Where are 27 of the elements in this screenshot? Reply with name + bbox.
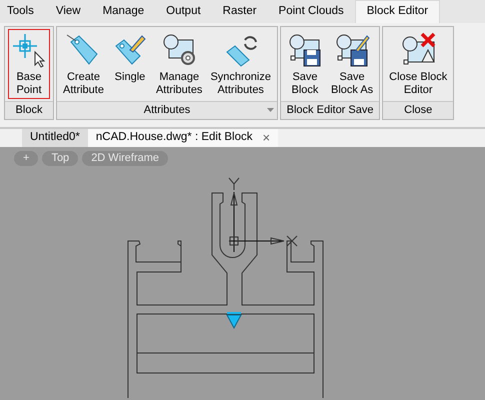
base-point-icon bbox=[11, 32, 47, 68]
ribbon-button[interactable]: Base Point bbox=[8, 29, 50, 100]
dropdown-arrow-icon[interactable] bbox=[266, 108, 274, 112]
menu-tab[interactable]: Block Editor bbox=[354, 0, 440, 23]
panel-title: Block bbox=[16, 103, 42, 118]
close-icon[interactable]: × bbox=[262, 128, 270, 148]
document-tab[interactable]: nCAD.House.dwg* : Edit Block × bbox=[88, 129, 278, 147]
ribbon-button[interactable]: Create Attribute bbox=[60, 29, 107, 100]
ribbon-button[interactable]: Synchronize Attributes bbox=[207, 29, 274, 100]
panel-title: Close bbox=[404, 103, 432, 118]
ribbon-button[interactable]: Single bbox=[108, 29, 151, 100]
menu-tab[interactable]: View bbox=[44, 0, 92, 23]
menu-tab[interactable]: Point Clouds bbox=[268, 0, 355, 23]
ribbon-button[interactable]: Save Block As bbox=[328, 29, 376, 100]
menu-tab[interactable]: Manage bbox=[92, 0, 156, 23]
menu-tab[interactable]: Tools bbox=[0, 0, 45, 23]
menu-tab[interactable]: Raster bbox=[212, 0, 268, 23]
block-save-icon bbox=[286, 32, 323, 68]
panel-title: Block Editor Save bbox=[286, 103, 374, 118]
menu-tab[interactable]: Output bbox=[155, 0, 212, 23]
block-gear-icon bbox=[161, 32, 198, 68]
block-save-pen-icon bbox=[334, 32, 370, 68]
document-tab[interactable]: Untitled0* bbox=[22, 129, 88, 147]
ribbon-button[interactable]: Close Block Editor bbox=[386, 29, 450, 100]
panel-title: Attributes bbox=[144, 103, 190, 118]
ribbon-button[interactable]: Manage Attributes bbox=[152, 29, 206, 100]
ribbon-button[interactable]: Save Block bbox=[284, 29, 326, 100]
